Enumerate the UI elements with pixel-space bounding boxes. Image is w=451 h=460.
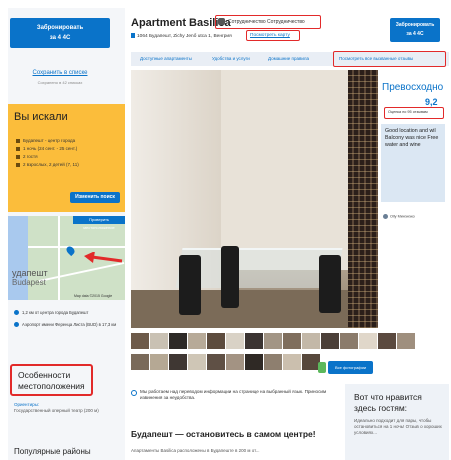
photo-thumbnail[interactable] [378,333,396,349]
preferred-badge[interactable]: Сотрудничество Сотрудничество [228,19,305,25]
check-location-button[interactable]: Проверить местоположение [73,216,125,230]
photo-thumbnail[interactable] [207,333,225,349]
photo-thumbnail[interactable] [131,333,149,349]
rating-score: 9,2 [425,97,438,107]
photo-thumbnail[interactable] [169,333,187,349]
photo-thumbnail[interactable] [302,333,320,349]
book-button-sidebar[interactable]: Забронировать за 4 4С [10,18,110,48]
tab-apartments[interactable]: Доступные апартаменты [140,56,192,61]
distance-airport: Аэропорт имени Ференца Листа (BUD) в 17,… [14,322,119,328]
location-icon [16,138,20,143]
plane-icon [14,322,19,328]
change-search-button[interactable]: Изменить поиск [70,192,120,203]
river [8,216,28,300]
people-icon [16,162,20,167]
photo-thumbnail[interactable] [283,354,301,370]
search-guests: 2 гостя [16,154,38,159]
calendar-icon [16,146,20,151]
photo-thumbnail[interactable] [245,354,263,370]
photo-thumbnail[interactable] [150,333,168,349]
attractions-label: Ориентиры: [14,402,40,407]
search-summary-title: Вы искали [14,111,68,123]
main-photo[interactable] [131,70,378,328]
photo-thumbnail[interactable] [340,333,358,349]
description-headline: Будапешт — остановитесь в самом центре! [131,429,316,439]
translation-notice: Мы работаем над переводом информации на … [140,389,327,400]
tab-house-rules[interactable]: Домашние правила [268,56,309,61]
photo-thumbnail[interactable] [150,354,168,370]
photo-thumbnail[interactable] [245,333,263,349]
photo-thumbnail[interactable] [397,333,415,349]
photo-thumbnail[interactable] [359,333,377,349]
attractions-value: Государственный оперный театр (200 м) [14,408,99,413]
map-city-label: удапешт [12,268,48,278]
lock-icon [318,362,326,373]
person-icon [16,154,20,159]
photo-cabinet-shelves [348,70,378,328]
tab-amenities[interactable]: Удобства и услуги [212,56,250,61]
description-text: Апартаменты Basilica расположены в Будап… [131,448,260,453]
all-photos-button[interactable]: Все фотографии (показать) [328,361,373,383]
show-map-link[interactable]: Посмотреть карту [250,33,290,38]
photo-thumbnail[interactable] [226,333,244,349]
search-party: 2 взрослых, 2 детей (7, 11) [16,162,79,167]
photo-thumbnail[interactable] [131,354,149,370]
tab-reviews[interactable]: Посмотреть все вызванные отзывы [339,56,413,61]
search-destination: Будапешт - центр города [16,138,75,143]
avatar [383,214,388,219]
photo-thumbnail[interactable] [207,354,225,370]
map-road [58,216,60,300]
reviewer: Olly Минэнэко [383,214,415,219]
popular-areas-heading: Популярные районы [14,447,91,456]
guests-like-title: Вот что нравится здесь гостям: [354,392,422,413]
photo-thumbnail[interactable] [264,333,282,349]
distance-center: 1,2 км от центра города Будапешт [14,310,119,316]
book-button-header[interactable]: Забронировать за 4 4С [390,18,440,42]
guests-like-text: Идеально подходит для пары, чтобы остано… [354,418,442,435]
photo-thumbnail[interactable] [283,333,301,349]
photo-chair [319,255,341,313]
saved-count: Сохранено в 42 списках [37,80,83,85]
photo-chair [221,246,239,308]
location-highlights: Особенности местоположения [10,364,93,396]
search-dates: 1 ночь (24 сент. - 25 сент.) [16,146,77,151]
photo-thumbnail[interactable] [188,354,206,370]
save-to-list-link[interactable]: Сохранить в списке [10,70,110,76]
review-quote: Good location and wil Balcony was nice F… [381,124,445,202]
location-icon [131,33,135,38]
map-copyright: Map data ©2015 Google [74,294,113,298]
property-address: 1064 Будапешт, Zichy Jenő utca 1, Венгри… [131,33,232,39]
rating-word: Превосходно [382,82,444,93]
thumbs-up-icon [218,18,225,25]
location-icon [14,310,19,316]
photo-thumbnail[interactable] [226,354,244,370]
info-icon [131,390,137,396]
photo-thumbnail[interactable] [169,354,187,370]
photo-thumbnail[interactable] [264,354,282,370]
map-road [28,246,125,248]
reviews-count-link[interactable]: Оценка по 95 отзывам [388,110,428,114]
red-arrow-icon [84,252,123,263]
photo-thumbnail[interactable] [188,333,206,349]
photo-thumbnail[interactable] [321,333,339,349]
photo-wall [221,70,348,270]
map-city-label-latin: Budapest [12,278,46,287]
photo-chair [179,255,201,315]
